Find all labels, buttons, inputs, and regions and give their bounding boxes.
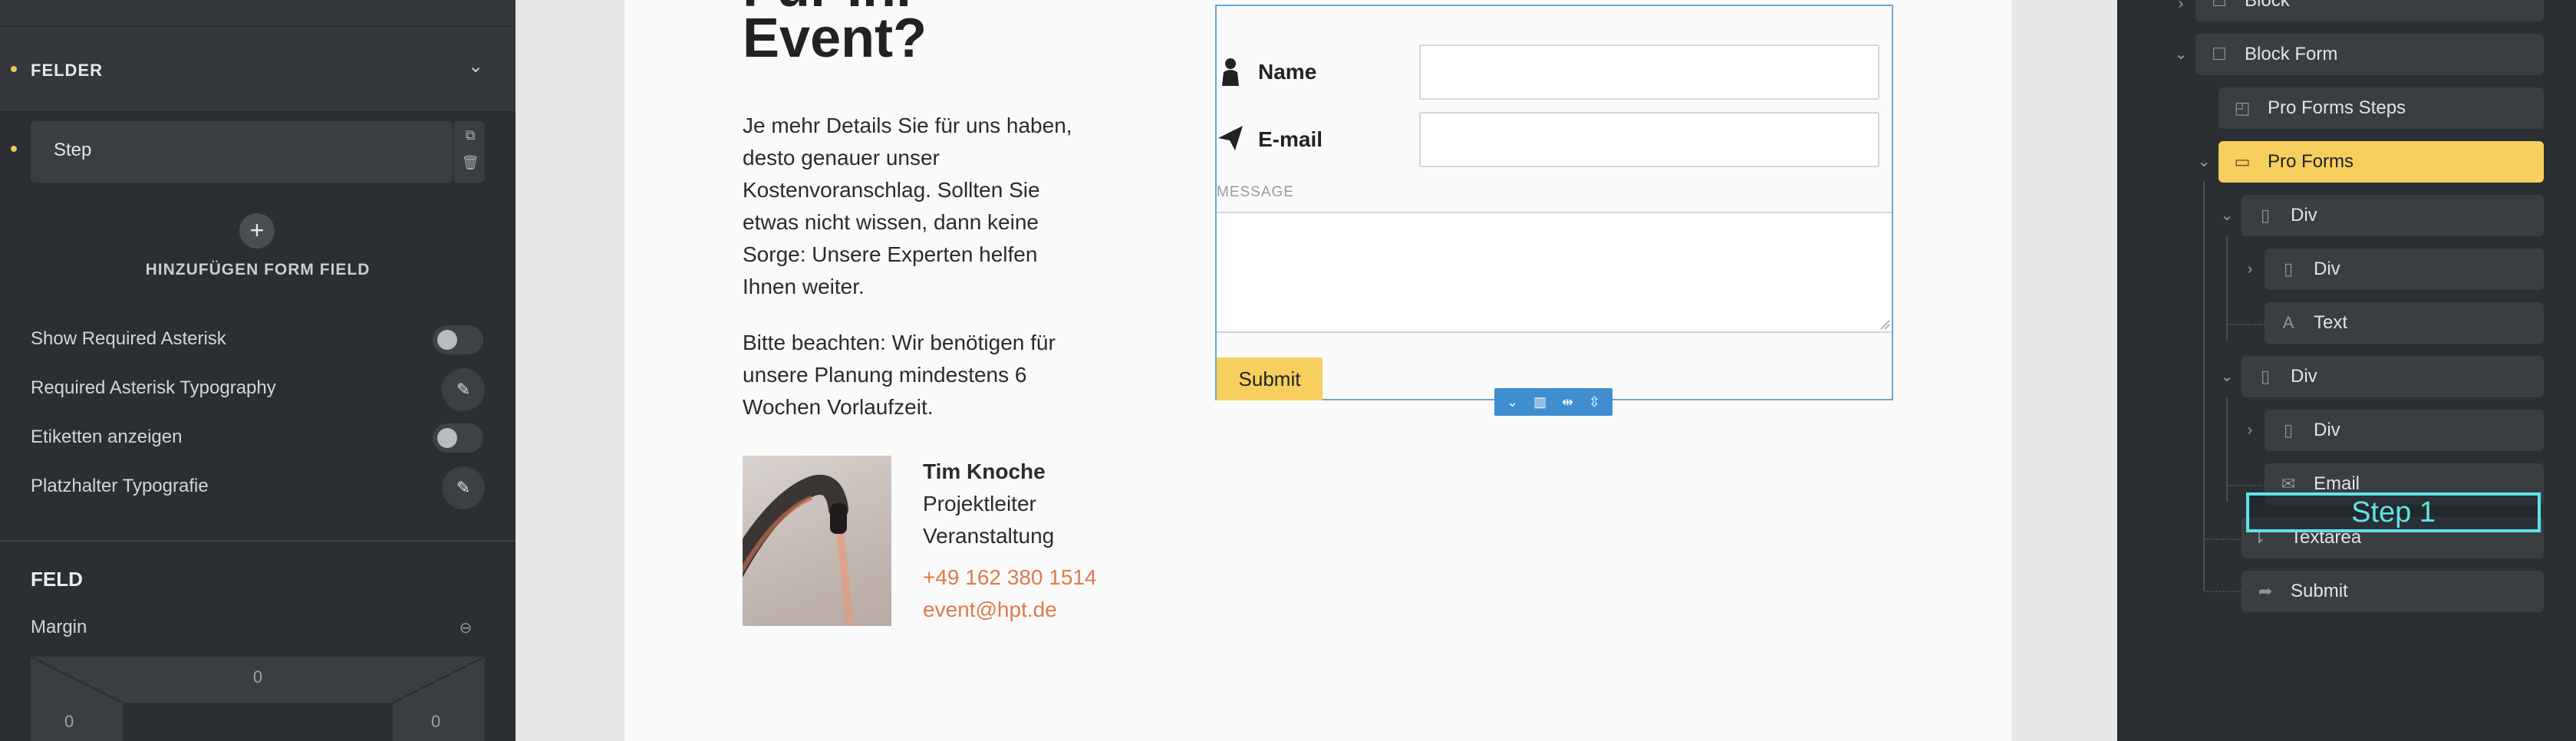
div-icon: ▯ bbox=[2283, 259, 2294, 278]
pencil-icon[interactable]: ✎ bbox=[442, 466, 485, 509]
intro-paragraph: Je mehr Details Sie für uns haben, desto… bbox=[743, 114, 1072, 298]
etiketten-anzeigen-label: Etiketten anzeigen bbox=[31, 426, 183, 447]
chevron-down-icon[interactable]: ⌄ bbox=[1507, 394, 1518, 410]
contact-role: Projektleiter bbox=[923, 492, 1036, 515]
panel-divider bbox=[2117, 0, 2119, 741]
element-toolbar: ⌄ ▥ ⇹ ⇳ bbox=[1494, 388, 1612, 416]
columns-icon[interactable]: ▥ bbox=[1533, 394, 1547, 410]
show-required-asterisk-toggle[interactable] bbox=[433, 325, 483, 354]
move-vertical-icon[interactable]: ⇳ bbox=[1589, 394, 1600, 410]
step-field-item[interactable] bbox=[31, 121, 453, 183]
margin-top-value[interactable]: 0 bbox=[31, 667, 485, 687]
trash-icon[interactable]: 🗑 bbox=[454, 149, 486, 176]
add-form-field-label[interactable]: HINZUFÜGEN FORM FIELD bbox=[0, 261, 516, 279]
margin-label: Margin bbox=[31, 617, 87, 637]
chevron-down-icon[interactable]: ⌄ bbox=[464, 55, 487, 78]
show-required-asterisk-label: Show Required Asterisk bbox=[31, 328, 226, 349]
resize-handle-icon[interactable] bbox=[1879, 319, 1890, 330]
platzhalter-typografie-label: Platzhalter Typografie bbox=[31, 476, 209, 496]
form-icon: ▭ bbox=[2234, 152, 2251, 171]
contact-photo-art bbox=[743, 475, 854, 626]
structure-node-block[interactable]: ☐ Block bbox=[2196, 0, 2544, 21]
pencil-icon[interactable]: ✎ bbox=[442, 368, 485, 411]
chevron-down-icon[interactable]: ⌄ bbox=[2194, 152, 2214, 172]
page-heading: Event? bbox=[743, 8, 927, 69]
structure-node-submit[interactable]: ➦ Submit bbox=[2242, 571, 2544, 612]
feld-title: FELD bbox=[31, 568, 83, 591]
email-field-label: E-mail bbox=[1258, 127, 1323, 151]
tree-line bbox=[2203, 181, 2205, 591]
structure-node-pro-forms[interactable]: ▭ Pro Forms bbox=[2219, 141, 2544, 183]
move-horizontal-icon[interactable]: ⇹ bbox=[1562, 394, 1573, 410]
contact-email-link[interactable]: event@hpt.de bbox=[923, 594, 1057, 626]
etiketten-anzeigen-toggle[interactable] bbox=[433, 423, 483, 453]
steps-icon: ◰ bbox=[2234, 98, 2251, 117]
tree-line bbox=[2228, 324, 2268, 325]
email-input[interactable] bbox=[1419, 112, 1879, 167]
name-field-label: Name bbox=[1258, 60, 1317, 84]
send-icon bbox=[1217, 124, 1244, 152]
section-divider bbox=[0, 540, 516, 542]
structure-node-div-2[interactable]: ▯ Div bbox=[2242, 356, 2544, 397]
add-form-field-button[interactable]: + bbox=[239, 213, 275, 249]
tree-line bbox=[2205, 538, 2245, 540]
text-icon: A bbox=[2282, 313, 2294, 332]
square-icon: ☐ bbox=[2212, 0, 2227, 10]
contact-department: Veranstaltung bbox=[923, 524, 1055, 548]
share-arrow-icon: ➦ bbox=[2258, 581, 2273, 601]
margin-right-value[interactable]: 0 bbox=[431, 712, 440, 732]
step-field-label: Step bbox=[54, 140, 92, 160]
tree-line bbox=[2228, 485, 2268, 486]
required-asterisk-typography-label: Required Asterisk Typography bbox=[31, 377, 276, 398]
chevron-down-icon[interactable]: ⌄ bbox=[2171, 44, 2191, 64]
structure-node-pro-forms-steps[interactable]: ◰ Pro Forms Steps bbox=[2219, 87, 2544, 129]
chevron-right-icon[interactable]: › bbox=[2171, 0, 2191, 14]
envelope-icon: ✉ bbox=[2281, 474, 2296, 493]
duplicate-icon[interactable]: ⧉ bbox=[454, 121, 486, 149]
structure-node-block-form[interactable]: ☐ Block Form bbox=[2196, 34, 2544, 75]
felder-title: FELDER bbox=[31, 61, 103, 80]
chevron-right-icon[interactable]: › bbox=[2240, 420, 2260, 440]
name-input[interactable] bbox=[1419, 44, 1879, 100]
square-icon: ☐ bbox=[2212, 44, 2227, 64]
drag-ghost-step[interactable]: Step 1 bbox=[2246, 492, 2541, 532]
structure-node-div-child[interactable]: ▯ Div bbox=[2265, 249, 2544, 290]
message-field-label: MESSAGE bbox=[1217, 184, 1294, 200]
chevron-down-icon[interactable]: ⌄ bbox=[2217, 367, 2237, 387]
div-icon: ▯ bbox=[2260, 367, 2271, 386]
chevron-down-icon[interactable]: ⌄ bbox=[2217, 206, 2237, 226]
chevron-right-icon[interactable]: › bbox=[2240, 259, 2260, 279]
structure-node-div-2-child[interactable]: ▯ Div bbox=[2265, 410, 2544, 451]
step-actions: ⧉ 🗑 bbox=[453, 121, 485, 183]
margin-box-control[interactable]: 0 0 0 bbox=[31, 657, 485, 741]
structure-node-div[interactable]: ▯ Div bbox=[2242, 195, 2544, 236]
contact-phone-link[interactable]: +49 162 380 1514 bbox=[923, 562, 1097, 594]
contact-name: Tim Knoche bbox=[923, 459, 1046, 483]
margin-left-value[interactable]: 0 bbox=[64, 712, 74, 732]
user-icon bbox=[1220, 57, 1241, 86]
submit-button[interactable]: Submit bbox=[1217, 357, 1323, 400]
notice-paragraph: Bitte beachten: Wir benötigen für unsere… bbox=[743, 331, 1056, 419]
structure-node-text[interactable]: A Text bbox=[2265, 302, 2544, 344]
panel-top-bar bbox=[0, 0, 516, 26]
step-indicator-dot bbox=[11, 146, 17, 152]
section-indicator-dot bbox=[11, 66, 17, 72]
div-icon: ▯ bbox=[2283, 420, 2294, 440]
link-icon[interactable]: ⊖ bbox=[454, 618, 477, 641]
div-icon: ▯ bbox=[2260, 206, 2271, 225]
contact-photo bbox=[743, 456, 891, 626]
tree-line bbox=[2205, 591, 2245, 592]
message-textarea[interactable] bbox=[1217, 212, 1892, 333]
